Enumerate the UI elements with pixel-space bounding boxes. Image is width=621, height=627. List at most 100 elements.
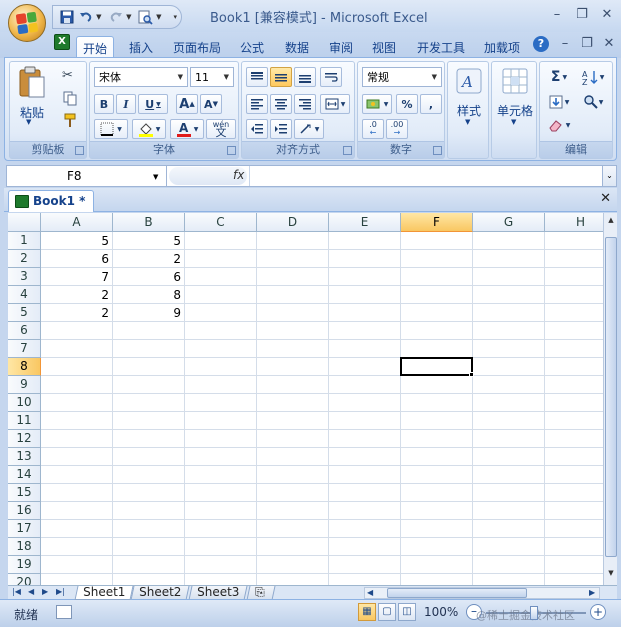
- cell-b1[interactable]: 5: [113, 232, 185, 250]
- row-header-16[interactable]: 16: [8, 502, 41, 520]
- row-header-6[interactable]: 6: [8, 322, 41, 340]
- cell-a5[interactable]: 2: [41, 304, 113, 322]
- format-painter-icon[interactable]: [62, 112, 80, 128]
- row-header-10[interactable]: 10: [8, 394, 41, 412]
- first-sheet-icon[interactable]: |◀: [12, 587, 21, 596]
- tab-data[interactable]: 数据: [279, 36, 315, 58]
- paste-button[interactable]: 粘贴 ▼: [16, 66, 48, 128]
- align-middle-button[interactable]: [270, 67, 292, 87]
- tab-view[interactable]: 视图: [366, 36, 402, 58]
- sheet-tab-3[interactable]: Sheet3: [188, 585, 248, 600]
- horizontal-scroll-thumb[interactable]: [387, 588, 527, 598]
- name-box-dropdown-icon[interactable]: ▼: [153, 173, 158, 181]
- last-sheet-icon[interactable]: ▶|: [56, 587, 65, 596]
- vertical-scrollbar[interactable]: ▲ ▼: [603, 213, 617, 585]
- page-break-view-icon[interactable]: ◫: [398, 603, 416, 621]
- zoom-slider-thumb[interactable]: [530, 606, 538, 620]
- column-header-f[interactable]: F: [401, 213, 473, 232]
- row-header-17[interactable]: 17: [8, 520, 41, 538]
- row-header-20[interactable]: 20: [8, 574, 41, 585]
- help-icon[interactable]: ?: [533, 36, 549, 52]
- scroll-right-icon[interactable]: ▶: [589, 588, 595, 597]
- active-cell-border[interactable]: [400, 357, 473, 376]
- column-header-b[interactable]: B: [113, 213, 185, 232]
- tab-addins[interactable]: 加载项: [478, 36, 526, 58]
- redo-icon[interactable]: [108, 8, 125, 26]
- scroll-up-icon[interactable]: ▲: [605, 216, 617, 228]
- row-header-11[interactable]: 11: [8, 412, 41, 430]
- row-header-3[interactable]: 3: [8, 268, 41, 286]
- redo-dropdown-icon[interactable]: ▼: [126, 13, 131, 21]
- phonetic-button[interactable]: wén 文: [206, 119, 236, 139]
- vertical-scroll-thumb[interactable]: [605, 237, 617, 557]
- ribbon-restore-button[interactable]: ❐: [578, 36, 596, 51]
- fill-color-button[interactable]: ▼: [132, 119, 166, 139]
- column-header-a[interactable]: A: [41, 213, 113, 232]
- alignment-launcher-icon[interactable]: [343, 146, 352, 155]
- cell-a2[interactable]: 6: [41, 250, 113, 268]
- align-bottom-button[interactable]: [294, 67, 316, 87]
- next-sheet-icon[interactable]: ▶: [42, 587, 48, 596]
- sort-filter-button[interactable]: A Z ▼: [576, 67, 610, 87]
- column-header-g[interactable]: G: [473, 213, 545, 232]
- workbook-tab[interactable]: Book1 *: [8, 190, 94, 212]
- grow-font-button[interactable]: A ▲: [176, 94, 198, 114]
- font-color-button[interactable]: A ▼: [170, 119, 204, 139]
- shrink-font-button[interactable]: A ▼: [200, 94, 222, 114]
- row-header-1[interactable]: 1: [8, 232, 41, 250]
- increase-decimal-button[interactable]: .0 ←: [362, 119, 384, 139]
- increase-indent-button[interactable]: [270, 119, 292, 139]
- styles-button[interactable]: A 样式 ▼: [450, 66, 488, 142]
- row-header-5[interactable]: 5: [8, 304, 41, 322]
- font-name-combo[interactable]: 宋体 ▼: [94, 67, 188, 87]
- wrap-text-button[interactable]: [320, 67, 342, 87]
- column-header-d[interactable]: D: [257, 213, 329, 232]
- tab-formulas[interactable]: 公式: [234, 36, 270, 58]
- column-header-h[interactable]: H: [545, 213, 603, 232]
- fill-button[interactable]: ▼: [544, 92, 574, 112]
- sheet-tab-1[interactable]: Sheet1: [74, 585, 134, 600]
- row-header-4[interactable]: 4: [8, 286, 41, 304]
- row-header-2[interactable]: 2: [8, 250, 41, 268]
- ribbon-minimize-button[interactable]: –: [556, 36, 574, 51]
- insert-sheet-button[interactable]: ⎘: [246, 585, 276, 600]
- row-header-13[interactable]: 13: [8, 448, 41, 466]
- cell-b5[interactable]: 9: [113, 304, 185, 322]
- currency-button[interactable]: ▼: [362, 94, 392, 114]
- underline-button[interactable]: U ▼: [138, 94, 168, 114]
- clipboard-launcher-icon[interactable]: [75, 146, 84, 155]
- italic-button[interactable]: I: [116, 94, 136, 114]
- orientation-button[interactable]: ▼: [294, 119, 324, 139]
- column-header-e[interactable]: E: [329, 213, 401, 232]
- clear-button[interactable]: ▼: [544, 115, 574, 135]
- number-format-combo[interactable]: 常规 ▼: [362, 67, 442, 87]
- office-button[interactable]: [8, 4, 46, 42]
- page-layout-view-icon[interactable]: ▢: [378, 603, 396, 621]
- horizontal-scrollbar[interactable]: ◀ ▶: [364, 587, 600, 599]
- number-launcher-icon[interactable]: [433, 146, 442, 155]
- zoom-level[interactable]: 100%: [424, 605, 458, 619]
- find-select-button[interactable]: ▼: [576, 92, 610, 112]
- minimize-button[interactable]: –: [548, 7, 566, 22]
- select-all-corner[interactable]: [8, 213, 41, 232]
- cut-icon[interactable]: ✂: [62, 68, 80, 84]
- copy-icon[interactable]: [62, 90, 80, 106]
- row-header-19[interactable]: 19: [8, 556, 41, 574]
- decrease-indent-button[interactable]: [246, 119, 268, 139]
- undo-icon[interactable]: [78, 8, 95, 26]
- cell-a1[interactable]: 5: [41, 232, 113, 250]
- restore-button[interactable]: ❐: [573, 7, 591, 22]
- insert-function-icon[interactable]: fx: [233, 168, 244, 182]
- sheet-tab-2[interactable]: Sheet2: [130, 585, 190, 600]
- close-button[interactable]: ✕: [598, 7, 616, 22]
- print-preview-dropdown-icon[interactable]: ▼: [156, 13, 161, 21]
- scroll-down-icon[interactable]: ▼: [605, 569, 617, 581]
- align-left-button[interactable]: [246, 94, 268, 114]
- align-center-button[interactable]: [270, 94, 292, 114]
- row-header-9[interactable]: 9: [8, 376, 41, 394]
- save-icon[interactable]: [59, 8, 76, 26]
- bold-button[interactable]: B: [94, 94, 114, 114]
- workbook-close-button[interactable]: ✕: [600, 191, 611, 206]
- autosum-button[interactable]: Σ ▼: [544, 67, 574, 87]
- font-size-combo[interactable]: 11 ▼: [190, 67, 234, 87]
